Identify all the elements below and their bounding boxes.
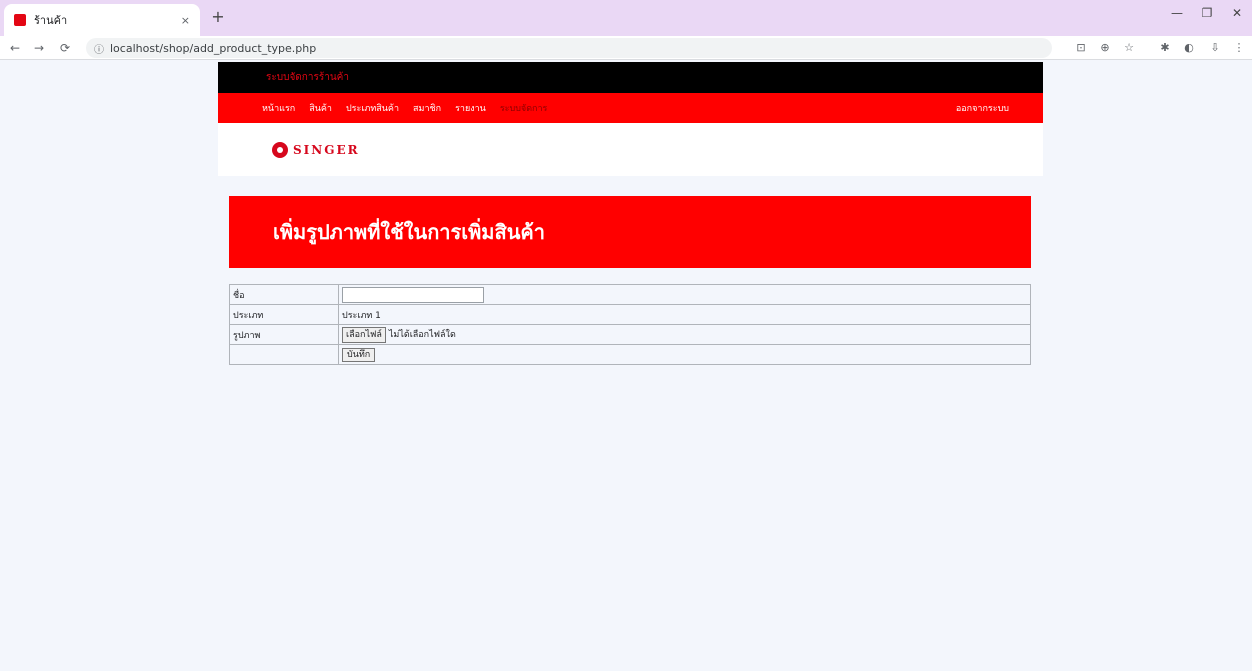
maximize-icon[interactable]: ❐ [1196, 6, 1218, 20]
page-title: เพิ่มรูปภาพที่ใช้ในการเพิ่มสินค้า [273, 220, 545, 244]
file-status-text: ไม่ได้เลือกไฟล์ใด [388, 329, 456, 340]
extension-icon[interactable]: ✱ [1156, 39, 1174, 57]
top-bar: ระบบจัดการร้านค้า [218, 62, 1043, 93]
browser-tab-bar: ร้านค้า × + — ❐ ✕ [0, 0, 1252, 36]
logout-link[interactable]: ออกจากระบบ [956, 101, 1009, 115]
submit-cell: บันทึก [338, 344, 1031, 365]
reload-icon[interactable]: ⟳ [56, 39, 74, 57]
type-label: ประเภท [229, 304, 339, 325]
download-icon[interactable]: ⇩ [1206, 39, 1224, 57]
empty-label [229, 344, 339, 365]
main-nav: หน้าแรก สินค้า ประเภทสินค้า สมาชิก รายงา… [218, 93, 1043, 123]
logo-text: SINGER [293, 142, 360, 157]
close-window-icon[interactable]: ✕ [1226, 6, 1248, 20]
translate-icon[interactable]: ⊡ [1072, 39, 1090, 57]
nav-item-products[interactable]: สินค้า [309, 101, 332, 115]
nav-item-admin[interactable]: ระบบจัดการ [500, 101, 548, 115]
forward-icon[interactable]: → [30, 39, 48, 57]
singer-logo-icon [272, 141, 288, 158]
image-label: รูปภาพ [229, 324, 339, 345]
nav-item-members[interactable]: สมาชิก [413, 101, 441, 115]
site-favicon-icon [14, 14, 26, 26]
name-input[interactable] [342, 286, 484, 303]
nav-item-home[interactable]: หน้าแรก [262, 101, 295, 115]
nav-item-reports[interactable]: รายงาน [455, 101, 486, 115]
table-row: ประเภท ประเภท 1 [229, 304, 1031, 325]
submit-button[interactable]: บันทึก [342, 347, 376, 362]
profile-icon[interactable]: ◐ [1180, 39, 1198, 57]
new-tab-button[interactable]: + [208, 8, 228, 28]
add-form-table: ชื่อ ประเภท ประเภท 1 รูปภาพ เลือกไฟล์ ไม่… [229, 284, 1031, 365]
menu-kebab-icon[interactable]: ⋮ [1230, 39, 1248, 57]
nav-item-product-types[interactable]: ประเภทสินค้า [346, 101, 399, 115]
name-cell [338, 284, 1031, 305]
browser-tab[interactable]: ร้านค้า × [4, 4, 200, 36]
tab-title: ร้านค้า [34, 14, 68, 27]
bookmark-star-icon[interactable]: ☆ [1120, 39, 1138, 57]
choose-file-button[interactable]: เลือกไฟล์ [342, 326, 386, 343]
logo-area: SINGER [218, 123, 1043, 176]
site-info-icon[interactable]: ⓘ [94, 41, 104, 56]
type-value: ประเภท 1 [338, 304, 1031, 325]
address-bar[interactable]: ⓘ localhost/shop/add_product_type.php [86, 38, 1052, 58]
table-row: ชื่อ [229, 284, 1031, 305]
table-row: บันทึก [229, 344, 1031, 365]
back-icon[interactable]: ← [6, 39, 24, 57]
name-label: ชื่อ [229, 284, 339, 305]
table-row: รูปภาพ เลือกไฟล์ ไม่ได้เลือกไฟล์ใด [229, 324, 1031, 345]
page-heading-box: เพิ่มรูปภาพที่ใช้ในการเพิ่มสินค้า [229, 196, 1031, 268]
browser-toolbar: ← → ⟳ ⓘ localhost/shop/add_product_type.… [0, 36, 1252, 60]
url-text: localhost/shop/add_product_type.php [110, 41, 317, 55]
zoom-icon[interactable]: ⊕ [1096, 39, 1114, 57]
image-cell: เลือกไฟล์ ไม่ได้เลือกไฟล์ใด [338, 324, 1031, 345]
tab-close-icon[interactable]: × [181, 14, 190, 27]
site-header: ระบบจัดการร้านค้า หน้าแรก สินค้า ประเภทส… [218, 62, 1043, 176]
minimize-icon[interactable]: — [1166, 6, 1188, 20]
top-bar-text: ระบบจัดการร้านค้า [266, 72, 349, 83]
main-content: เพิ่มรูปภาพที่ใช้ในการเพิ่มสินค้า ชื่อ ป… [229, 196, 1031, 365]
